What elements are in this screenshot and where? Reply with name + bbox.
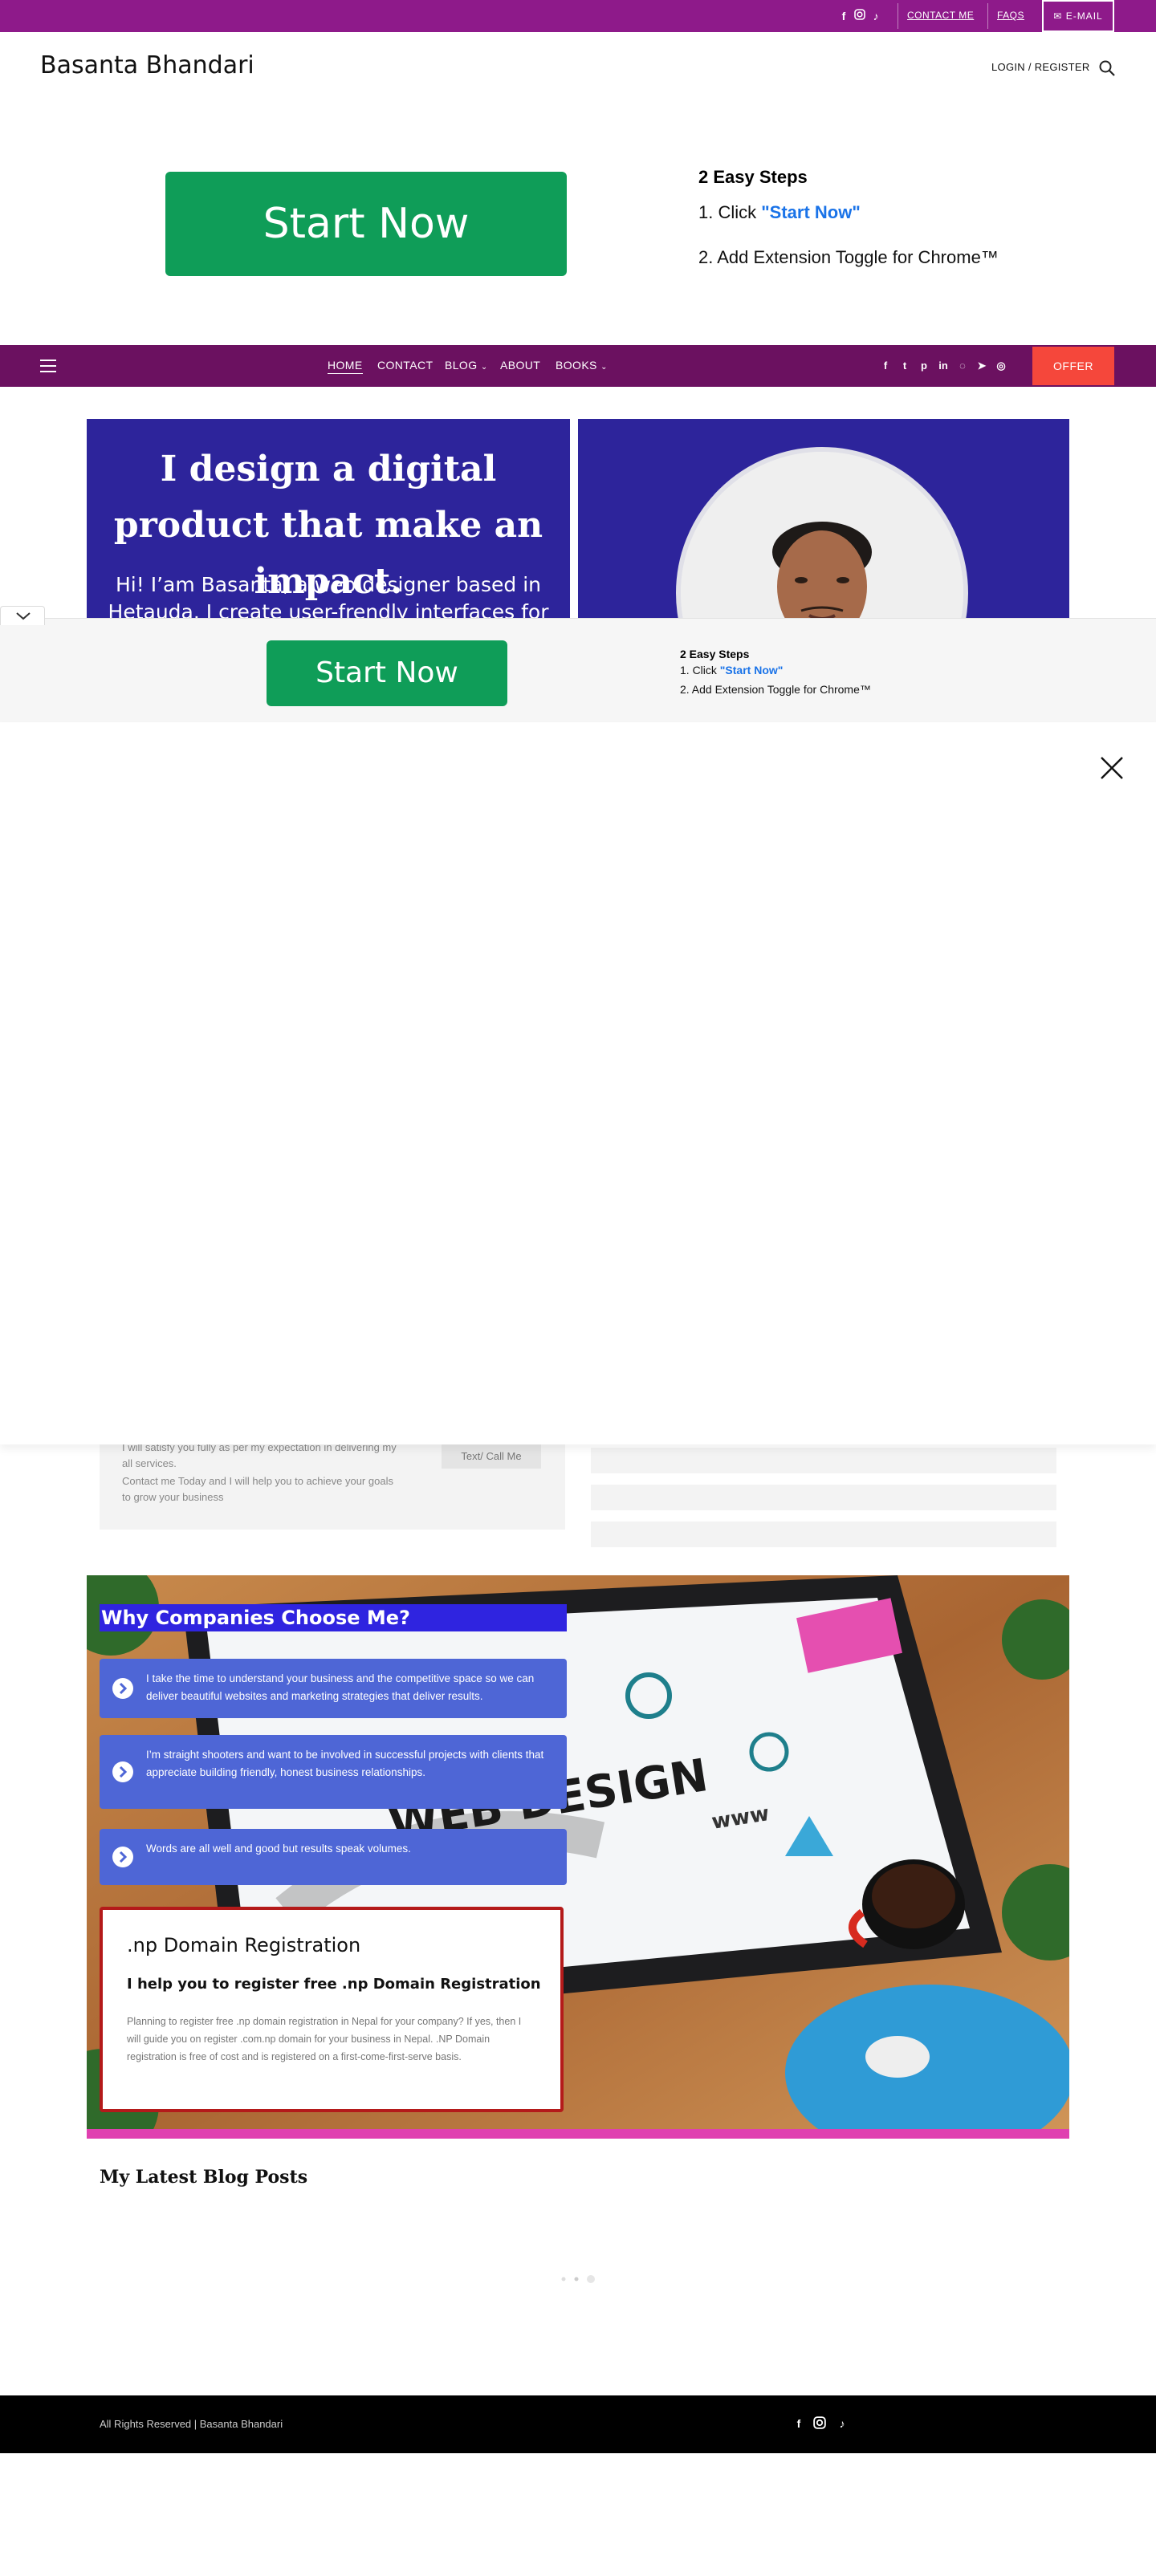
twitter-icon[interactable]: t: [898, 359, 912, 373]
ad-step-2: 2. Add Extension Toggle for Chrome™: [698, 247, 999, 267]
footer: All Rights Reserved | Basanta Bhandari f…: [0, 2395, 1156, 2453]
nav-item-blog-label: BLOG: [445, 359, 478, 372]
login-register-link[interactable]: LOGIN / REGISTER: [991, 61, 1090, 73]
email-button-label: E-MAIL: [1065, 10, 1103, 22]
offer-button[interactable]: OFFER: [1032, 347, 1114, 385]
contact-me-link[interactable]: CONTACT ME: [907, 10, 974, 21]
telegram-icon[interactable]: ➤: [975, 359, 989, 373]
latest-blog-posts-title: My Latest Blog Posts: [100, 2167, 308, 2188]
why-section-title: Why Companies Choose Me?: [100, 1604, 567, 1631]
whatsapp-icon[interactable]: ◌: [955, 359, 970, 373]
mail-icon: ✉: [1053, 10, 1066, 22]
email-button[interactable]: ✉ E-MAIL: [1042, 0, 1114, 32]
facebook-icon[interactable]: f: [792, 2416, 806, 2431]
tiktok-icon[interactable]: ♪: [835, 2416, 849, 2431]
loading-dots-icon: [561, 2275, 595, 2283]
nav-item-contact[interactable]: CONTACT: [377, 359, 433, 372]
form-input[interactable]: [591, 1485, 1056, 1510]
ad-step-1: 1. Click "Start Now": [680, 664, 783, 677]
domain-card-body: Planning to register free .np domain reg…: [127, 2016, 522, 2062]
text-call-button[interactable]: Text/ Call Me: [442, 1444, 541, 1469]
instagram-icon[interactable]: [812, 2416, 827, 2431]
hamburger-menu-icon[interactable]: [40, 360, 56, 372]
chevron-right-icon: [112, 1678, 133, 1699]
form-input[interactable]: [591, 1522, 1056, 1547]
domain-card-title: .np Domain Registration: [127, 1934, 361, 1956]
domain-card-subtitle: I help you to register free .np Domain R…: [127, 1976, 541, 1993]
why-reason-text: Words are all well and good but results …: [146, 1843, 411, 1855]
chevron-right-icon: [112, 1847, 133, 1867]
contact-text-line: all services.: [122, 1457, 177, 1469]
hero-text-panel: I design a digital product that make an …: [87, 419, 570, 620]
ad-step-1: 1. Click "Start Now": [698, 202, 861, 223]
modal-overlay: [0, 722, 1156, 1444]
nav-item-blog[interactable]: BLOG ⌄: [445, 359, 488, 372]
ad-step-1-highlight: "Start Now": [719, 664, 784, 677]
chevron-right-icon: [112, 1761, 133, 1782]
close-icon[interactable]: [1098, 754, 1125, 782]
site-title[interactable]: Basanta Bhandari: [40, 51, 254, 79]
linkedin-icon[interactable]: in: [936, 359, 950, 373]
hero-portrait-panel: [578, 419, 1069, 620]
start-now-button[interactable]: Start Now: [267, 640, 507, 706]
why-reason-item: I take the time to understand your busin…: [100, 1659, 567, 1718]
search-icon[interactable]: [1098, 59, 1116, 77]
main-navigation: HOME CONTACT BLOG ⌄ ABOUT BOOKS ⌄ f t p …: [0, 345, 1156, 387]
start-now-button[interactable]: Start Now: [165, 172, 567, 276]
ad-step-1-highlight: "Start Now": [761, 202, 861, 222]
ad-steps-title: 2 Easy Steps: [680, 648, 750, 660]
portrait-photo: [676, 447, 968, 620]
ad-steps-title: 2 Easy Steps: [698, 167, 808, 187]
why-reason-text: I’m straight shooters and want to be inv…: [146, 1749, 544, 1778]
pinterest-icon[interactable]: p: [917, 359, 931, 373]
divider: [987, 3, 988, 29]
ad-collapse-toggle[interactable]: [0, 606, 45, 625]
form-input[interactable]: [591, 1448, 1056, 1473]
footer-copyright: All Rights Reserved | Basanta Bhandari: [100, 2418, 283, 2430]
contact-text-line: Contact me Today and I will help you to …: [122, 1475, 393, 1487]
chevron-down-icon: ⌄: [480, 363, 488, 372]
why-reason-item: I’m straight shooters and want to be inv…: [100, 1735, 567, 1809]
hero-subtitle: Hi! I’am Basanta, a web designer based i…: [108, 573, 549, 620]
faqs-link[interactable]: FAQS: [997, 10, 1024, 21]
why-reason-item: Words are all well and good but results …: [100, 1829, 567, 1885]
chevron-down-icon: [16, 612, 31, 620]
nav-item-home[interactable]: HOME: [328, 359, 363, 374]
facebook-icon[interactable]: f: [878, 359, 893, 373]
ad-step-1-prefix: 1. Click: [698, 202, 762, 222]
contact-text-line: to grow your business: [122, 1491, 224, 1503]
sticky-ad-banner: Start Now 2 Easy Steps 1. Click "Start N…: [0, 606, 1156, 722]
nav-item-about[interactable]: ABOUT: [500, 359, 540, 372]
tiktok-icon[interactable]: ♪: [869, 9, 883, 23]
facebook-icon[interactable]: f: [836, 9, 851, 23]
nav-item-books-label: BOOKS: [556, 359, 597, 372]
instagram-icon[interactable]: [853, 9, 867, 23]
ad-step-2: 2. Add Extension Toggle for Chrome™: [680, 683, 871, 696]
domain-registration-card: .np Domain Registration I help you to re…: [100, 1907, 564, 2112]
top-bar: f ♪ CONTACT ME FAQS ✉ E-MAIL: [0, 0, 1156, 32]
ad-step-1-prefix: 1. Click: [680, 664, 720, 677]
why-reason-text: I take the time to understand your busin…: [146, 1672, 535, 1702]
nav-item-books[interactable]: BOOKS ⌄: [556, 359, 608, 372]
viber-icon[interactable]: ◎: [994, 359, 1008, 373]
chevron-down-icon: ⌄: [600, 363, 608, 372]
why-section: WEB DESIGN www Why Companies Choose Me? …: [87, 1575, 1069, 2139]
